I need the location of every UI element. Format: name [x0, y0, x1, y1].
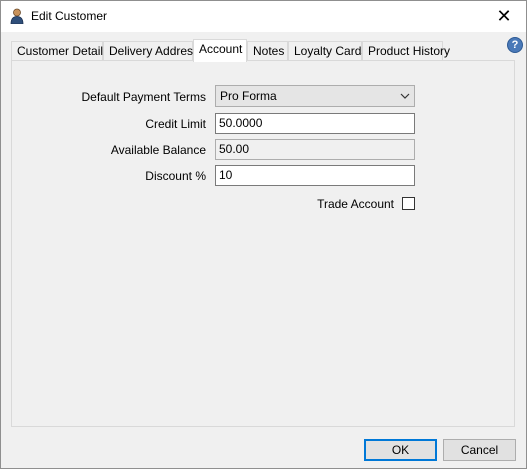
customer-icon	[10, 8, 24, 24]
discount-input[interactable]: 10	[215, 165, 415, 186]
tab-delivery-address[interactable]: Delivery Address	[103, 41, 199, 61]
tab-label: Loyalty Cards	[294, 44, 368, 58]
tab-label: Delivery Address	[109, 44, 200, 58]
credit-limit-label: Credit Limit	[145, 117, 206, 131]
trade-account-checkbox[interactable]	[402, 197, 415, 210]
tab-label: Customer Details	[17, 44, 110, 58]
payment-terms-value: Pro Forma	[220, 89, 277, 103]
tab-label: Account	[199, 42, 243, 56]
cancel-button[interactable]: Cancel	[443, 439, 516, 461]
tab-label: Notes	[253, 44, 285, 58]
tab-product-history[interactable]: Product History	[362, 41, 450, 61]
tab-customer-details[interactable]: Customer Details	[11, 41, 109, 61]
tab-label: Product History	[368, 44, 451, 58]
tab-notes[interactable]: Notes	[247, 41, 288, 61]
title-bar: Edit Customer ✕	[1, 1, 526, 32]
trade-account-label: Trade Account	[317, 197, 394, 211]
edit-customer-dialog: Edit Customer ✕ ? Customer Details Deliv…	[0, 0, 527, 469]
payment-terms-select[interactable]: Pro Forma	[215, 85, 415, 107]
discount-value: 10	[219, 168, 233, 182]
payment-terms-label: Default Payment Terms	[81, 90, 207, 104]
help-glyph: ?	[511, 39, 519, 51]
window-title: Edit Customer	[31, 9, 108, 23]
tab-loyalty-cards[interactable]: Loyalty Cards	[288, 41, 367, 61]
available-balance-label: Available Balance	[110, 143, 206, 157]
available-balance-field: 50.00	[215, 139, 415, 160]
ok-button[interactable]: OK	[364, 439, 437, 461]
credit-limit-value: 50.0000	[219, 116, 263, 130]
available-balance-value: 50.00	[219, 142, 250, 156]
cancel-label: Cancel	[460, 443, 499, 457]
chevron-down-icon	[400, 93, 410, 99]
close-icon: ✕	[496, 5, 512, 26]
ok-label: OK	[391, 443, 410, 457]
discount-label: Discount %	[145, 169, 206, 183]
tab-account[interactable]: Account	[193, 39, 247, 62]
help-icon[interactable]: ?	[507, 37, 523, 53]
close-button[interactable]: ✕	[482, 1, 526, 31]
credit-limit-input[interactable]: 50.0000	[215, 113, 415, 134]
